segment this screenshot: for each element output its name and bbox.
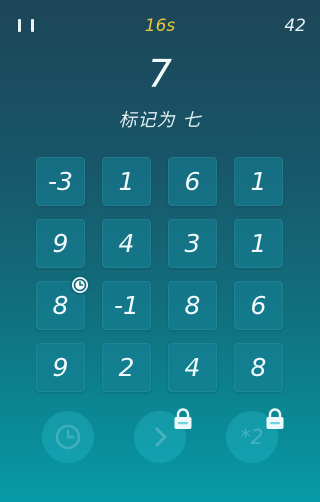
number-tile[interactable]: 1 xyxy=(234,219,283,268)
number-tile[interactable]: 8 xyxy=(234,343,283,392)
number-tile[interactable]: 1 xyxy=(102,157,151,206)
multiply-powerup-button[interactable]: *2 xyxy=(226,411,278,463)
number-tile[interactable]: -3 xyxy=(36,157,85,206)
timer-powerup-button[interactable] xyxy=(42,411,94,463)
multiply-label: *2 xyxy=(240,425,264,449)
number-tile[interactable]: 4 xyxy=(168,343,217,392)
clock-icon xyxy=(55,424,81,450)
number-tile[interactable]: 8 xyxy=(168,281,217,330)
number-tile[interactable]: 2 xyxy=(102,343,151,392)
score: 42 xyxy=(284,16,306,36)
number-grid: -3 1 6 1 9 4 3 1 8 -1 8 6 9 2 4 8 xyxy=(36,157,284,392)
number-tile[interactable]: 1 xyxy=(234,157,283,206)
number-tile[interactable]: 6 xyxy=(168,157,217,206)
countdown-timer: 16s xyxy=(144,16,176,36)
number-tile[interactable]: 4 xyxy=(102,219,151,268)
chevron-right-icon xyxy=(155,427,167,447)
top-bar: 16s 42 xyxy=(0,0,320,48)
number-tile[interactable]: 9 xyxy=(36,343,85,392)
number-tile[interactable]: 9 xyxy=(36,219,85,268)
instruction-text: 标记为 七 xyxy=(118,110,202,131)
clock-icon xyxy=(70,275,90,295)
skip-powerup-button[interactable] xyxy=(134,411,186,463)
number-tile[interactable]: -1 xyxy=(102,281,151,330)
number-tile[interactable]: 3 xyxy=(168,219,217,268)
target-number: 7 xyxy=(147,52,173,96)
number-tile[interactable]: 6 xyxy=(234,281,283,330)
